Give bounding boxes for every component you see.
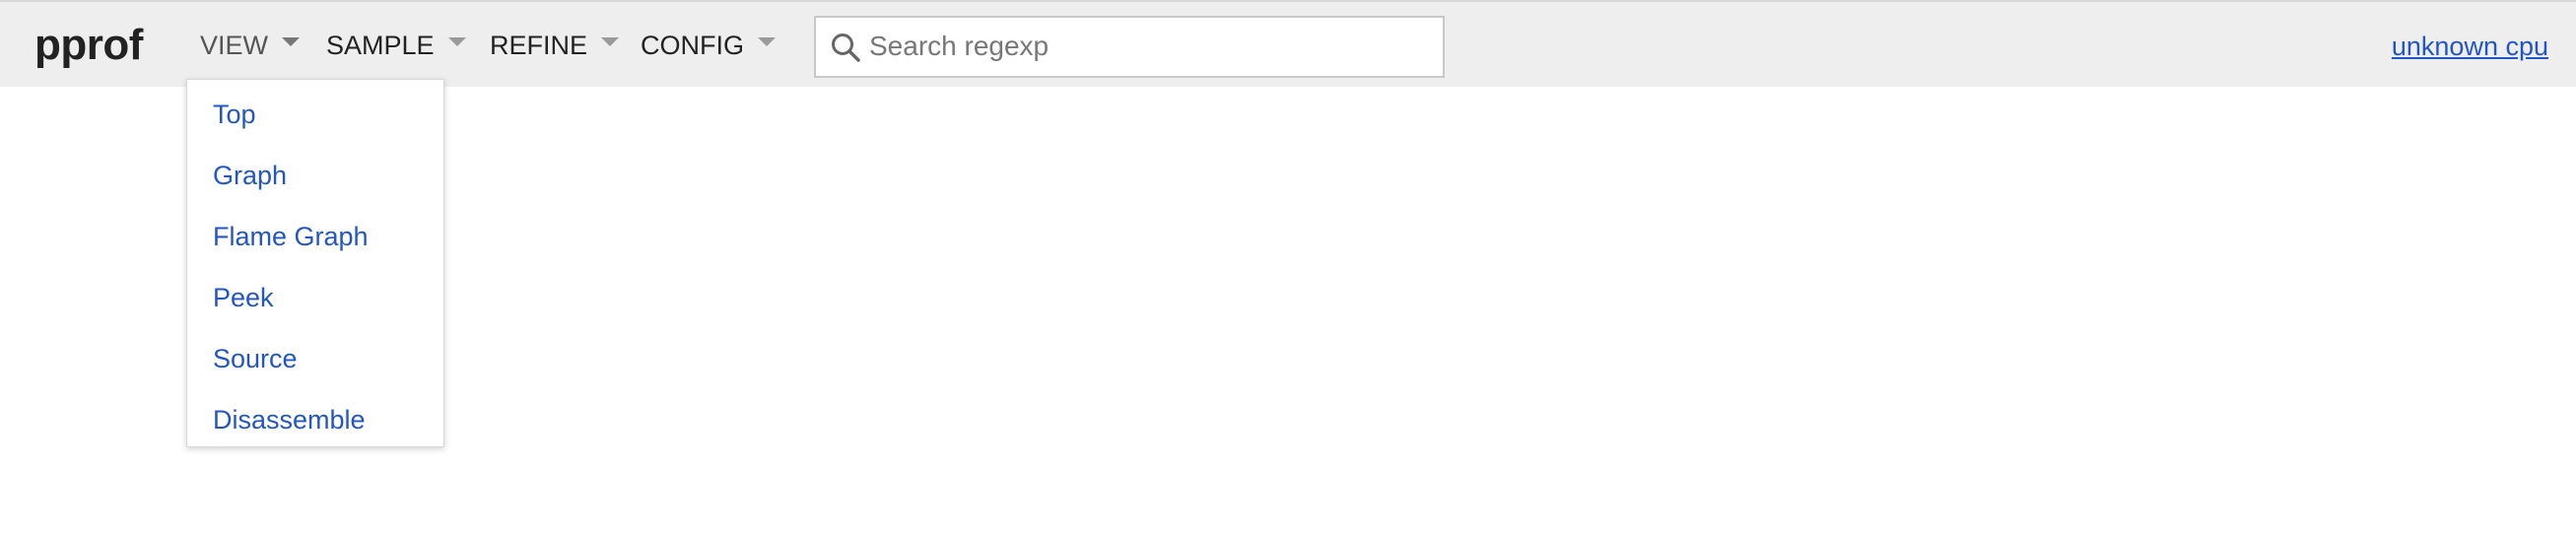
menu-sample-label: SAMPLE [326,30,435,60]
chevron-down-icon [601,36,620,46]
dropdown-item-source[interactable]: Source [213,339,298,378]
search-box[interactable] [814,16,1445,78]
search-icon [832,34,860,62]
view-dropdown-menu: Top Graph Flame Graph Peek Source Disass… [186,79,444,447]
menu-sample[interactable]: SAMPLE [326,24,466,67]
menu-refine-label: REFINE [490,30,588,60]
header-bar: pprof VIEW SAMPLE REFINE CONFIG unknown … [0,0,2576,87]
dropdown-item-flame-graph[interactable]: Flame Graph [213,217,369,256]
menu-config[interactable]: CONFIG [641,24,776,67]
profile-name-link[interactable]: unknown cpu [2392,32,2548,62]
app-logo: pprof [34,21,143,69]
dropdown-item-top[interactable]: Top [213,95,256,134]
menu-config-label: CONFIG [641,30,744,60]
dropdown-item-peek[interactable]: Peek [213,278,274,317]
dropdown-item-disassemble[interactable]: Disassemble [213,400,366,439]
menu-refine[interactable]: REFINE [490,24,620,67]
menu-view-label: VIEW [200,30,269,60]
chevron-down-icon [282,36,301,46]
search-input[interactable] [869,26,1431,67]
menu-view[interactable]: VIEW [200,24,301,67]
chevron-down-icon [758,36,776,46]
chevron-down-icon [447,36,466,46]
dropdown-item-graph[interactable]: Graph [213,156,287,195]
